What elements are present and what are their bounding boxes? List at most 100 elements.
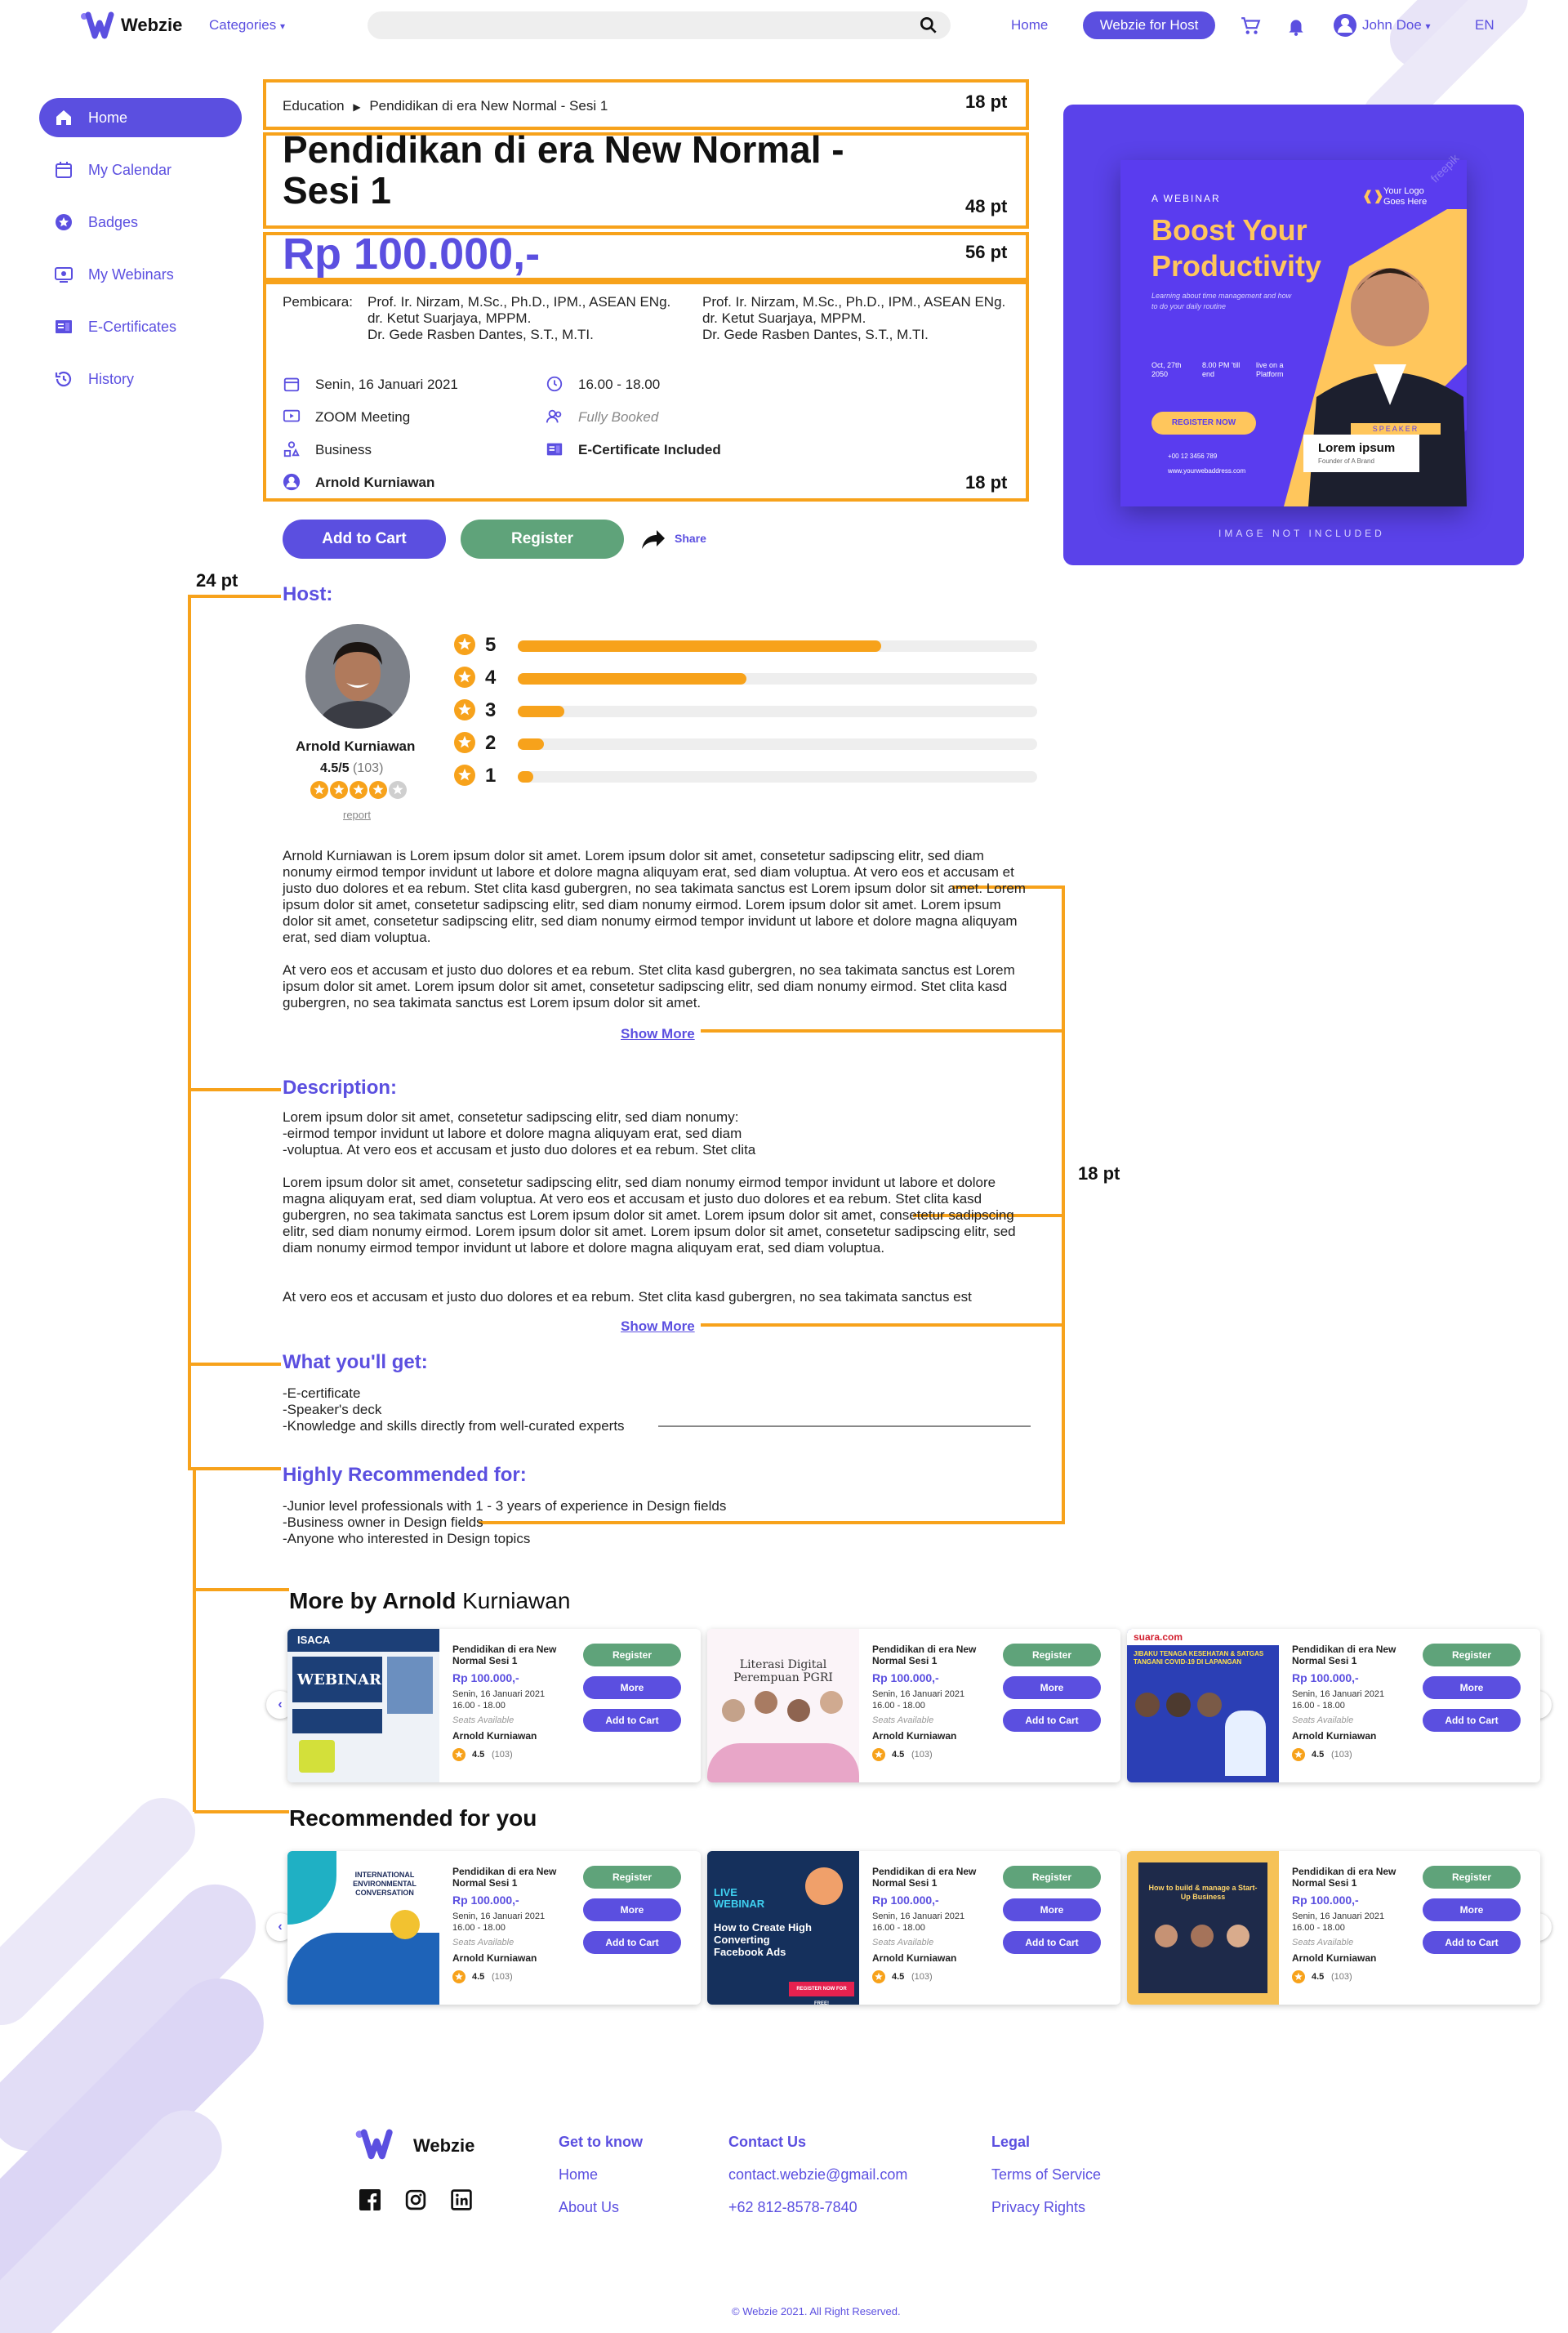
- card-host: Arnold Kurniawan: [872, 1730, 957, 1742]
- cart-icon[interactable]: [1240, 16, 1261, 37]
- card-register-button[interactable]: Register: [1003, 1866, 1101, 1889]
- sidebar-item-history[interactable]: History: [39, 359, 242, 399]
- card-more-button[interactable]: More: [1423, 1676, 1521, 1699]
- card-more-button[interactable]: More: [1423, 1898, 1521, 1921]
- card-more-button[interactable]: More: [583, 1898, 681, 1921]
- star-icon: [872, 1748, 885, 1761]
- event-host[interactable]: Arnold Kurniawan: [315, 475, 434, 491]
- card-add-to-cart-button[interactable]: Add to Cart: [1003, 1931, 1101, 1954]
- card-more-button[interactable]: More: [1003, 1676, 1101, 1699]
- event-card[interactable]: ISACA WEBINAR Pendidikan di era New Norm…: [287, 1629, 701, 1782]
- share-link[interactable]: Share: [675, 532, 706, 545]
- bell-icon[interactable]: [1285, 16, 1307, 37]
- footer-brand: Webzie: [413, 2135, 475, 2156]
- card-register-button[interactable]: Register: [1003, 1644, 1101, 1666]
- host-name[interactable]: Arnold Kurniawan: [296, 738, 415, 755]
- brand-name[interactable]: Webzie: [121, 15, 182, 36]
- categories-dropdown[interactable]: Categories ▾: [209, 17, 285, 33]
- card-more-button[interactable]: More: [583, 1676, 681, 1699]
- report-link[interactable]: report: [343, 809, 371, 821]
- nav-home-link[interactable]: Home: [1011, 17, 1048, 33]
- register-button[interactable]: Register: [461, 520, 624, 559]
- add-to-cart-button[interactable]: Add to Cart: [283, 520, 446, 559]
- card-time: 16.00 - 18.00: [1292, 1923, 1345, 1933]
- event-card[interactable]: Literasi Digital Perempuan PGRI Pendidik…: [707, 1629, 1120, 1782]
- sidebar-item-badges[interactable]: Badges: [39, 203, 242, 242]
- star-icon: [872, 1970, 885, 1983]
- card-add-to-cart-button[interactable]: Add to Cart: [583, 1931, 681, 1954]
- sidebar-item-e-certificates[interactable]: E-Certificates: [39, 307, 242, 346]
- event-card[interactable]: suara.com JIBAKU TENAGA KESEHATAN & SATG…: [1127, 1629, 1540, 1782]
- card-price: Rp 100.000,-: [1292, 1894, 1359, 1907]
- search-input[interactable]: [368, 11, 951, 39]
- host-score: 4.5/5 (103): [320, 761, 383, 776]
- annotation-label: 24 pt: [196, 570, 238, 591]
- instagram-icon[interactable]: [405, 2189, 426, 2210]
- card-price: Rp 100.000,-: [1292, 1671, 1359, 1684]
- list-item: -Business owner in Design fields: [283, 1514, 483, 1530]
- description-intro: Lorem ipsum dolor sit amet, consetetur s…: [283, 1109, 1034, 1158]
- user-menu[interactable]: John Doe ▾: [1362, 17, 1431, 33]
- card-more-button[interactable]: More: [1003, 1898, 1101, 1921]
- card-add-to-cart-button[interactable]: Add to Cart: [583, 1709, 681, 1732]
- thumb-avatar: [787, 1699, 810, 1722]
- sidebar-item-my-calendar[interactable]: My Calendar: [39, 150, 242, 190]
- card-title: Pendidikan di era New Normal Sesi 1: [1292, 1866, 1396, 1889]
- share-icon[interactable]: [640, 528, 666, 551]
- user-avatar-icon[interactable]: [1333, 13, 1357, 38]
- linkedin-icon[interactable]: [451, 2189, 472, 2210]
- card-add-to-cart-button[interactable]: Add to Cart: [1003, 1709, 1101, 1732]
- star-icon: [369, 781, 387, 799]
- event-card[interactable]: How to build & manage a Start-Up Busines…: [1127, 1851, 1540, 2005]
- event-card-thumbnail: ISACA WEBINAR: [287, 1629, 439, 1782]
- card-add-to-cart-button[interactable]: Add to Cart: [1423, 1931, 1521, 1954]
- search-icon[interactable]: [918, 15, 939, 36]
- description-show-more-link[interactable]: Show More: [621, 1318, 695, 1335]
- thumb-tag: LIVE WEBINAR: [714, 1886, 765, 1910]
- webzie-logo-icon[interactable]: [80, 11, 116, 41]
- poster-register-button: REGISTER NOW: [1152, 412, 1256, 435]
- poster-logo-icon: ❰❱: [1362, 190, 1384, 203]
- host-avatar[interactable]: [305, 624, 410, 729]
- card-rating-count: (103): [492, 1750, 513, 1760]
- description-title: Description:: [283, 1077, 398, 1099]
- webzie-logo-icon[interactable]: [354, 2129, 395, 2161]
- history-icon: [55, 371, 72, 387]
- star-icon: [1292, 1970, 1305, 1983]
- sidebar-item-my-webinars[interactable]: My Webinars: [39, 255, 242, 294]
- card-register-button[interactable]: Register: [1423, 1644, 1521, 1666]
- facebook-icon[interactable]: [359, 2189, 381, 2210]
- poster-footer: IMAGE NOT INCLUDED: [1218, 528, 1385, 539]
- card-register-button[interactable]: Register: [583, 1644, 681, 1666]
- footer-home-link[interactable]: Home: [559, 2166, 598, 2184]
- card-rating-count: (103): [1331, 1750, 1352, 1760]
- star-icon: [454, 699, 475, 720]
- event-card[interactable]: LIVE WEBINAR How to Create High Converti…: [707, 1851, 1120, 2005]
- rating-bar-track: [518, 738, 1037, 750]
- footer-privacy-link[interactable]: Privacy Rights: [991, 2199, 1085, 2216]
- webzie-for-host-button[interactable]: Webzie for Host: [1083, 11, 1215, 39]
- footer-phone-link[interactable]: +62 812-8578-7840: [728, 2199, 858, 2216]
- event-price: Rp 100.000,-: [283, 230, 541, 279]
- card-register-button[interactable]: Register: [583, 1866, 681, 1889]
- speakers-list: Prof. Ir. Nirzam, M.Sc., Ph.D., IPM., AS…: [702, 294, 1005, 343]
- card-register-button[interactable]: Register: [1423, 1866, 1521, 1889]
- host-show-more-link[interactable]: Show More: [621, 1026, 695, 1042]
- speakers-list: Prof. Ir. Nirzam, M.Sc., Ph.D., IPM., AS…: [368, 294, 670, 343]
- event-card[interactable]: INTERNATIONAL ENVIRONMENTAL CONVERSATION…: [287, 1851, 701, 2005]
- language-switcher[interactable]: EN: [1475, 17, 1494, 33]
- footer-about-link[interactable]: About Us: [559, 2199, 619, 2216]
- footer-email-link[interactable]: contact.webzie@gmail.com: [728, 2166, 907, 2184]
- footer-terms-link[interactable]: Terms of Service: [991, 2166, 1101, 2184]
- speaker-name: Prof. Ir. Nirzam, M.Sc., Ph.D., IPM., AS…: [368, 294, 671, 310]
- card-rating: 4.5: [892, 1750, 905, 1760]
- card-date: Senin, 16 Januari 2021: [872, 1689, 965, 1699]
- annotation-label: 48 pt: [965, 196, 1008, 216]
- rating-bar-track: [518, 771, 1037, 783]
- footer-contact-title: Contact Us: [728, 2134, 807, 2150]
- star-half-icon: [389, 781, 407, 799]
- card-add-to-cart-button[interactable]: Add to Cart: [1423, 1709, 1521, 1732]
- breadcrumb-parent[interactable]: Education: [283, 98, 345, 114]
- sidebar-item-home[interactable]: Home: [39, 98, 242, 137]
- thumb-photo: [387, 1657, 433, 1714]
